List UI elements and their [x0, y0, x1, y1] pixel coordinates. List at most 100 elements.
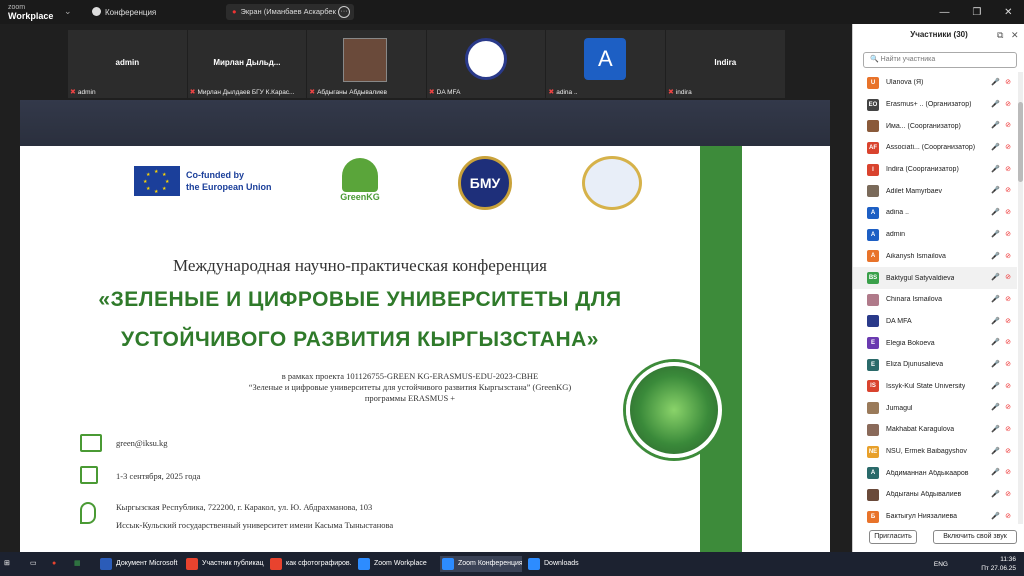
unmute-button[interactable]: Включить свой звук [933, 530, 1017, 544]
app-icon [358, 558, 370, 570]
participant-name: adina .. [886, 209, 909, 217]
video-tile[interactable]: Мирлан Дыльд... ✖ Мирлан Дылдаев БГУ К.Ка… [188, 30, 308, 98]
participant-row[interactable]: E Elegia Bokoeva 🎤 ⊘ [853, 332, 1017, 354]
video-off-icon: ⊘ [1005, 100, 1011, 108]
participant-status-icons: 🎤 ⊘ [991, 512, 1011, 520]
video-tile[interactable]: ✖ Абдыганы Абдывалиев [307, 30, 427, 98]
participant-row[interactable]: Б Бактыгул Ниязалиева 🎤 ⊘ [853, 506, 1017, 524]
video-off-icon: ⊘ [1005, 339, 1011, 347]
video-tile[interactable]: Indira ✖ indira [666, 30, 786, 98]
participant-photo [343, 38, 388, 82]
mic-muted-icon: 🎤 [991, 144, 1001, 152]
participant-row[interactable]: Makhabat Karagulova 🎤 ⊘ [853, 419, 1017, 441]
close-icon[interactable]: ✕ [1011, 24, 1019, 46]
close-icon[interactable]: ✕ [1004, 7, 1012, 18]
avatar [867, 185, 879, 198]
sheets-icon[interactable]: ▦ [74, 556, 90, 572]
video-tile[interactable]: admin ✖ admin [68, 30, 188, 98]
taskbar-item[interactable]: Zoom Конференция [440, 556, 522, 572]
avatar: BS [867, 272, 879, 285]
video-off-icon: ⊘ [1005, 469, 1011, 477]
app-icon [442, 558, 454, 570]
taskbar-item-label: как сфотографиров... [286, 560, 352, 567]
chevron-down-icon[interactable]: ⌄ [64, 6, 72, 17]
avatar: E [867, 358, 879, 371]
tile-label: ✖ adina .. [548, 89, 578, 96]
participant-status-icons: 🎤 ⊘ [991, 252, 1011, 260]
participant-row[interactable]: IS Issyk-Kul State University 🎤 ⊘ [853, 376, 1017, 398]
screen-share-pill[interactable]: ● Экран (Иманбаев Аскарбек ··· [226, 4, 354, 20]
conference-label: Конференция [105, 8, 157, 17]
participant-name: Jumagul [886, 404, 913, 412]
eco-lightbulb-graphic [626, 362, 722, 458]
video-tile[interactable]: ✖ DA MFA [427, 30, 547, 98]
participant-row[interactable]: Adilet Mamyrbaev 🎤 ⊘ [853, 180, 1017, 202]
participant-name: Baktygul Satyvaldieva [886, 274, 955, 282]
taskbar-item[interactable]: Документ Microsoft ... [98, 556, 180, 572]
participant-row[interactable]: BS Baktygul Satyvaldieva 🎤 ⊘ [853, 267, 1017, 289]
taskbar-item[interactable]: как сфотографиров... [268, 556, 352, 572]
mic-muted-icon: 🎤 [991, 79, 1001, 86]
app-icon [186, 558, 198, 570]
participant-status-icons: 🎤 ⊘ [991, 273, 1011, 281]
participant-row[interactable]: Aadmin 🎤 ⊘ [853, 224, 1017, 246]
globe-logo [582, 156, 642, 210]
popout-icon[interactable]: ⧉ [997, 24, 1003, 46]
invite-button[interactable]: Пригласить [869, 530, 917, 544]
clock-date[interactable]: Пт 27.06.25 [981, 564, 1016, 573]
participant-row[interactable]: DA MFA 🎤 ⊘ [853, 311, 1017, 333]
participant-row[interactable]: Aadina .. 🎤 ⊘ [853, 202, 1017, 224]
scrollbar[interactable] [1018, 72, 1023, 524]
participant-row[interactable]: E Eliza Djunusalieva 🎤 ⊘ [853, 354, 1017, 376]
location-pin-icon [80, 502, 96, 524]
participant-row[interactable]: AF Associati... (Соорганизатор) 🎤 ⊘ [853, 137, 1017, 159]
taskbar-item[interactable]: Участник публикац... [184, 556, 264, 572]
participant-row[interactable]: A Абдиманнан Абдыкааров 🎤 ⊘ [853, 462, 1017, 484]
window-titlebar: zoom Workplace ⌄ Конференция ● Экран (Има… [0, 0, 1024, 24]
taskbar-item[interactable]: Zoom Workplace [356, 556, 436, 572]
participant-row[interactable]: NE NSU, Ermek Baibagyshov 🎤 ⊘ [853, 441, 1017, 463]
video-off-icon: ⊘ [1005, 230, 1011, 238]
avatar [867, 315, 879, 328]
eu-logo: ★ ★ ★ ★ ★ ★ ★ ★ Co-funded by the European Unio… [134, 166, 290, 196]
start-icon[interactable]: ⊞ [4, 556, 20, 572]
avatar: EO [867, 98, 879, 111]
avatar: IS [867, 380, 879, 393]
video-off-icon: ⊘ [1005, 209, 1011, 217]
maximize-icon[interactable]: ❐ [972, 7, 981, 18]
participant-row[interactable]: U Ulanova (Я) 🎤 ⊘ [853, 72, 1017, 94]
video-off-icon: ⊘ [1005, 274, 1011, 282]
clock-time[interactable]: 11:36 [981, 555, 1016, 564]
participant-search-input[interactable]: 🔍 Найти участника [863, 52, 1017, 68]
main-title-line-2: УСТОЙЧИВОГО РАЗВИТИЯ КЫРГЫЗСТАНА» [121, 328, 599, 351]
participant-status-icons: 🎤 ⊘ [991, 382, 1011, 390]
eu-text: Co-funded by the European Union [186, 170, 272, 192]
more-icon[interactable]: ··· [338, 6, 350, 18]
avatar [867, 488, 879, 501]
conference-tab[interactable]: Конференция [92, 7, 156, 17]
share-label: Экран (Иманбаев Аскарбек [240, 7, 336, 16]
participant-row[interactable]: Jumagul 🎤 ⊘ [853, 397, 1017, 419]
chrome-icon[interactable]: ● [52, 556, 68, 572]
participant-row[interactable]: I Indira (Соорганизатор) 🎤 ⊘ [853, 159, 1017, 181]
scrollbar-thumb[interactable] [1018, 102, 1023, 182]
tile-label: ✖ admin [70, 89, 96, 96]
participant-name: Adilet Mamyrbaev [886, 187, 943, 195]
language-indicator[interactable]: ENG [934, 560, 948, 569]
taskview-icon[interactable]: ▭ [30, 556, 46, 572]
participant-row[interactable]: EO Erasmus+ .. (Организатор) 🎤 ⊘ [853, 94, 1017, 116]
participant-row[interactable]: Chinara Ismailova 🎤 ⊘ [853, 289, 1017, 311]
taskbar-item[interactable]: Downloads [526, 556, 586, 572]
app-icon [270, 558, 282, 570]
tile-label: ✖ DA MFA [428, 89, 461, 96]
participant-name: NSU, Ermek Baibagyshov [886, 448, 967, 456]
participant-row[interactable]: A Aikanysh Ismailova 🎤 ⊘ [853, 246, 1017, 268]
participant-row[interactable]: Абдыганы Абдывалиев 🎤 ⊘ [853, 484, 1017, 506]
participant-row[interactable]: Има... (Соорганизатор) 🎤 ⊘ [853, 115, 1017, 137]
minimize-icon[interactable]: — [939, 7, 949, 18]
video-tile[interactable]: A ✖ adina .. [546, 30, 666, 98]
avatar: A [584, 38, 627, 80]
video-off-icon: ⊘ [1005, 144, 1011, 152]
tile-label: ✖ indira [667, 89, 692, 96]
avatar: AF [867, 141, 879, 154]
